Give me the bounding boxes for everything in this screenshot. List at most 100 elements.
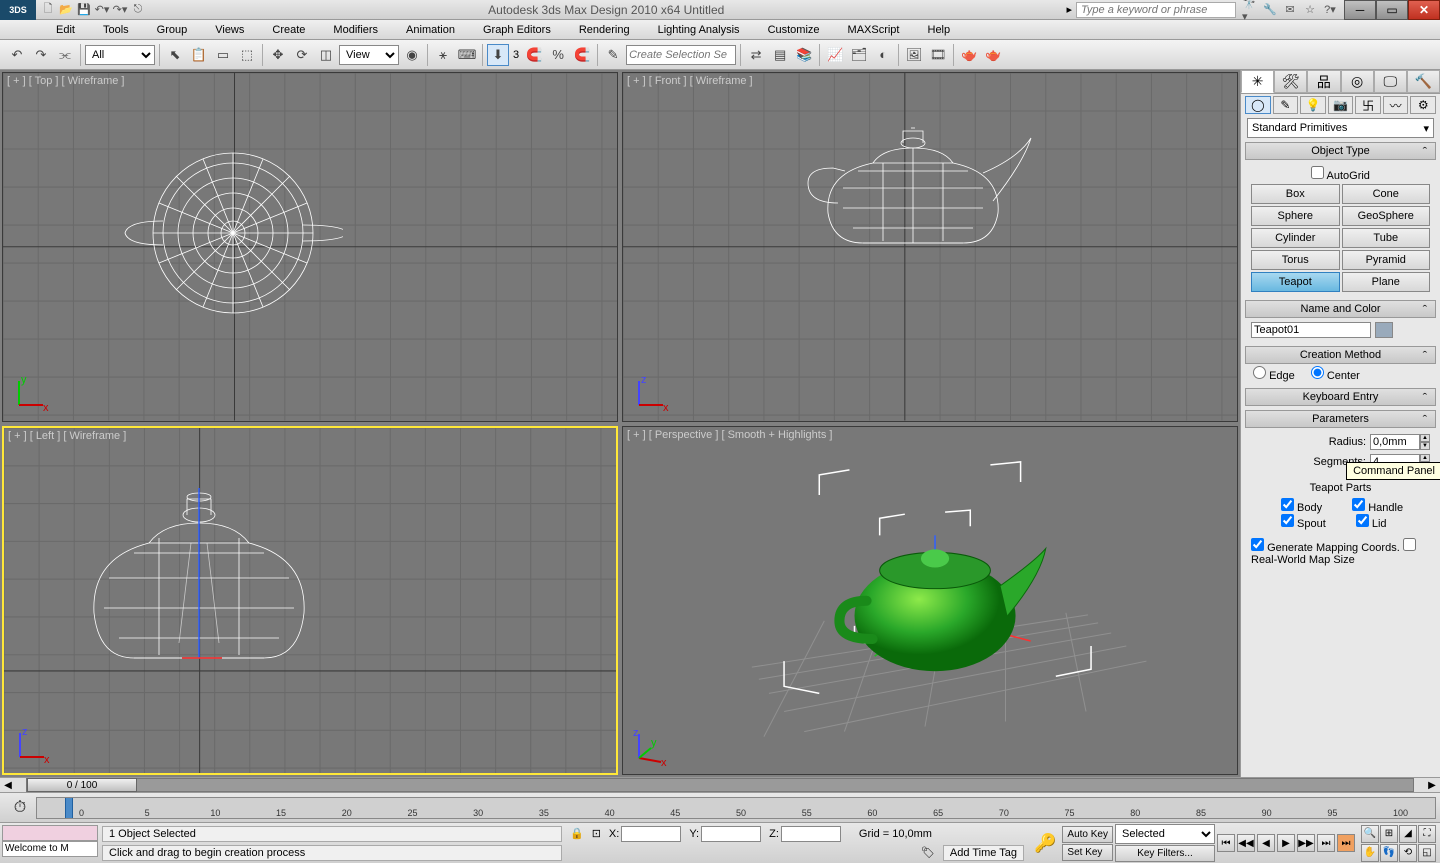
primitive-teapot[interactable]: Teapot — [1251, 272, 1340, 292]
qat-redo-icon[interactable]: ↷▾ — [112, 2, 128, 18]
viewport-perspective[interactable]: [ + ] [ Perspective ] [ Smooth + Highlig… — [622, 426, 1238, 776]
search-toggle-icon[interactable]: ▸ — [1062, 3, 1076, 16]
play-icon[interactable]: ▶ — [1277, 834, 1295, 852]
key-filters-button[interactable]: Key Filters... — [1115, 845, 1215, 862]
rollout-creation-method[interactable]: Creation Method — [1245, 346, 1436, 364]
move-icon[interactable]: ✥ — [267, 44, 289, 66]
tab-utilities-icon[interactable]: 🔨 — [1407, 70, 1440, 93]
key-mode-dropdown[interactable]: Selected — [1115, 824, 1215, 844]
nav-max-toggle-icon[interactable]: ◱ — [1418, 844, 1436, 862]
subtab-cameras-icon[interactable]: 📷 — [1328, 96, 1354, 114]
subtab-systems-icon[interactable]: ⚙ — [1410, 96, 1436, 114]
menu-views[interactable]: Views — [201, 22, 258, 38]
track-left-icon[interactable]: ◀ — [2, 780, 14, 791]
subtab-shapes-icon[interactable]: ✎ — [1273, 96, 1299, 114]
tab-hierarchy-icon[interactable]: 品 — [1307, 70, 1340, 93]
segments-up-icon[interactable]: ▲ — [1420, 454, 1430, 462]
qat-link-icon[interactable]: ⎋ — [130, 2, 146, 18]
nav-zoom-ext-icon[interactable]: ⛶ — [1418, 825, 1436, 843]
goto-start-icon[interactable]: ⏮ — [1217, 834, 1235, 852]
radius-up-icon[interactable]: ▲ — [1420, 434, 1430, 442]
primitive-box[interactable]: Box — [1251, 184, 1340, 204]
subtab-spacewarps-icon[interactable]: 〰 — [1383, 96, 1409, 114]
communication-icon[interactable]: ✉ — [1282, 2, 1298, 18]
rollout-keyboard-entry[interactable]: Keyboard Entry — [1245, 388, 1436, 406]
goto-end-icon[interactable]: ⏭ — [1337, 834, 1355, 852]
radius-down-icon[interactable]: ▼ — [1420, 442, 1430, 450]
time-tag-icon[interactable]: 🏷 — [921, 846, 935, 859]
named-selection-input[interactable] — [626, 45, 736, 65]
select-region-rect-icon[interactable]: ▭ — [212, 44, 234, 66]
prev-frame-icon[interactable]: ◀◀ — [1237, 834, 1255, 852]
script-listener[interactable]: Welcome to M — [2, 841, 98, 857]
menu-graph-editors[interactable]: Graph Editors — [469, 22, 565, 38]
menu-create[interactable]: Create — [258, 22, 319, 38]
menu-lighting-analysis[interactable]: Lighting Analysis — [644, 22, 754, 38]
viewport-front-label[interactable]: [ + ] [ Front ] [ Wireframe ] — [627, 75, 753, 87]
subtab-lights-icon[interactable]: 💡 — [1300, 96, 1326, 114]
redo-icon[interactable]: ↷ — [30, 44, 52, 66]
use-center-icon[interactable]: ◉ — [401, 44, 423, 66]
menu-modifiers[interactable]: Modifiers — [319, 22, 392, 38]
rollout-parameters[interactable]: Parameters — [1245, 410, 1436, 428]
next-key-icon[interactable]: ▶▶ — [1297, 834, 1315, 852]
viewport-top[interactable]: [ + ] [ Top ] [ Wireframe ] yx — [2, 72, 618, 422]
minimize-button[interactable]: ─ — [1344, 0, 1376, 20]
timeline-ruler[interactable]: 0510152025303540455055606570758085909510… — [36, 797, 1436, 819]
track-right-icon[interactable]: ▶ — [1426, 780, 1438, 791]
menu-tools[interactable]: Tools — [89, 22, 143, 38]
viewport-front[interactable]: [ + ] [ Front ] [ Wireframe ] zx — [622, 72, 1238, 422]
menu-rendering[interactable]: Rendering — [565, 22, 644, 38]
set-key-button[interactable]: Set Key — [1062, 844, 1113, 861]
render-setup-icon[interactable]: 🖼 — [903, 44, 925, 66]
primitive-cone[interactable]: Cone — [1342, 184, 1431, 204]
primitive-sphere[interactable]: Sphere — [1251, 206, 1340, 226]
render-last-icon[interactable]: 🫖 — [982, 44, 1004, 66]
nav-walk-icon[interactable]: 👣 — [1380, 844, 1398, 862]
maximize-button[interactable]: ▭ — [1376, 0, 1408, 20]
autogrid-checkbox[interactable] — [1311, 166, 1324, 179]
key-icon[interactable]: 🔧 — [1262, 2, 1278, 18]
rollout-object-type[interactable]: Object Type — [1245, 142, 1436, 160]
material-editor-icon[interactable]: ◐ — [872, 44, 894, 66]
menu-help[interactable]: Help — [914, 22, 965, 38]
layer-manager-icon[interactable]: 📚 — [793, 44, 815, 66]
selection-filter-dropdown[interactable]: All — [85, 45, 155, 65]
keyboard-shortcut-icon[interactable]: ⌨ — [456, 44, 478, 66]
schematic-view-icon[interactable]: 🗂 — [848, 44, 870, 66]
primitive-plane[interactable]: Plane — [1342, 272, 1431, 292]
primitive-pyramid[interactable]: Pyramid — [1342, 250, 1431, 270]
link-icon[interactable]: ⫘ — [54, 44, 76, 66]
nav-orbit-icon[interactable]: ⟲ — [1399, 844, 1417, 862]
prev-key-icon[interactable]: ◀ — [1257, 834, 1275, 852]
nav-zoom-icon[interactable]: 🔍 — [1361, 825, 1379, 843]
auto-key-button[interactable]: Auto Key — [1062, 826, 1113, 843]
binoculars-icon[interactable]: 🔭▾ — [1242, 2, 1258, 18]
object-name-input[interactable] — [1251, 322, 1371, 338]
qat-save-icon[interactable]: 💾 — [76, 2, 92, 18]
primitive-torus[interactable]: Torus — [1251, 250, 1340, 270]
close-button[interactable]: ✕ — [1408, 0, 1440, 20]
ref-coord-dropdown[interactable]: View — [339, 45, 399, 65]
next-frame-icon[interactable]: ⏭ — [1317, 834, 1335, 852]
qat-new-icon[interactable]: 🗋 — [40, 2, 56, 18]
viewport-left-label[interactable]: [ + ] [ Left ] [ Wireframe ] — [8, 430, 126, 442]
nav-fov-icon[interactable]: ◢ — [1399, 825, 1417, 843]
align-icon[interactable]: ▤ — [769, 44, 791, 66]
curve-editor-icon[interactable]: 📈 — [824, 44, 846, 66]
time-slider-thumb[interactable]: 0 / 100 — [27, 778, 137, 792]
mirror-icon[interactable]: ⇄ — [745, 44, 767, 66]
x-input[interactable] — [621, 826, 681, 842]
radio-edge[interactable]: Edge — [1253, 366, 1295, 382]
help-search-input[interactable] — [1076, 2, 1236, 18]
y-input[interactable] — [701, 826, 761, 842]
undo-icon[interactable]: ↶ — [6, 44, 28, 66]
timeline-config-icon[interactable]: ⏱ — [4, 799, 36, 817]
angle-snap-icon[interactable]: 🧲 — [523, 44, 545, 66]
key-large-icon[interactable]: 🔑 — [1030, 833, 1060, 854]
qat-undo-icon[interactable]: ↶▾ — [94, 2, 110, 18]
viewport-left[interactable]: [ + ] [ Left ] [ Wireframe ] x zx — [2, 426, 618, 776]
primitive-category-dropdown[interactable]: Standard Primitives▾ — [1247, 118, 1434, 138]
part-lid-checkbox[interactable]: Lid — [1326, 516, 1387, 532]
z-input[interactable] — [781, 826, 841, 842]
